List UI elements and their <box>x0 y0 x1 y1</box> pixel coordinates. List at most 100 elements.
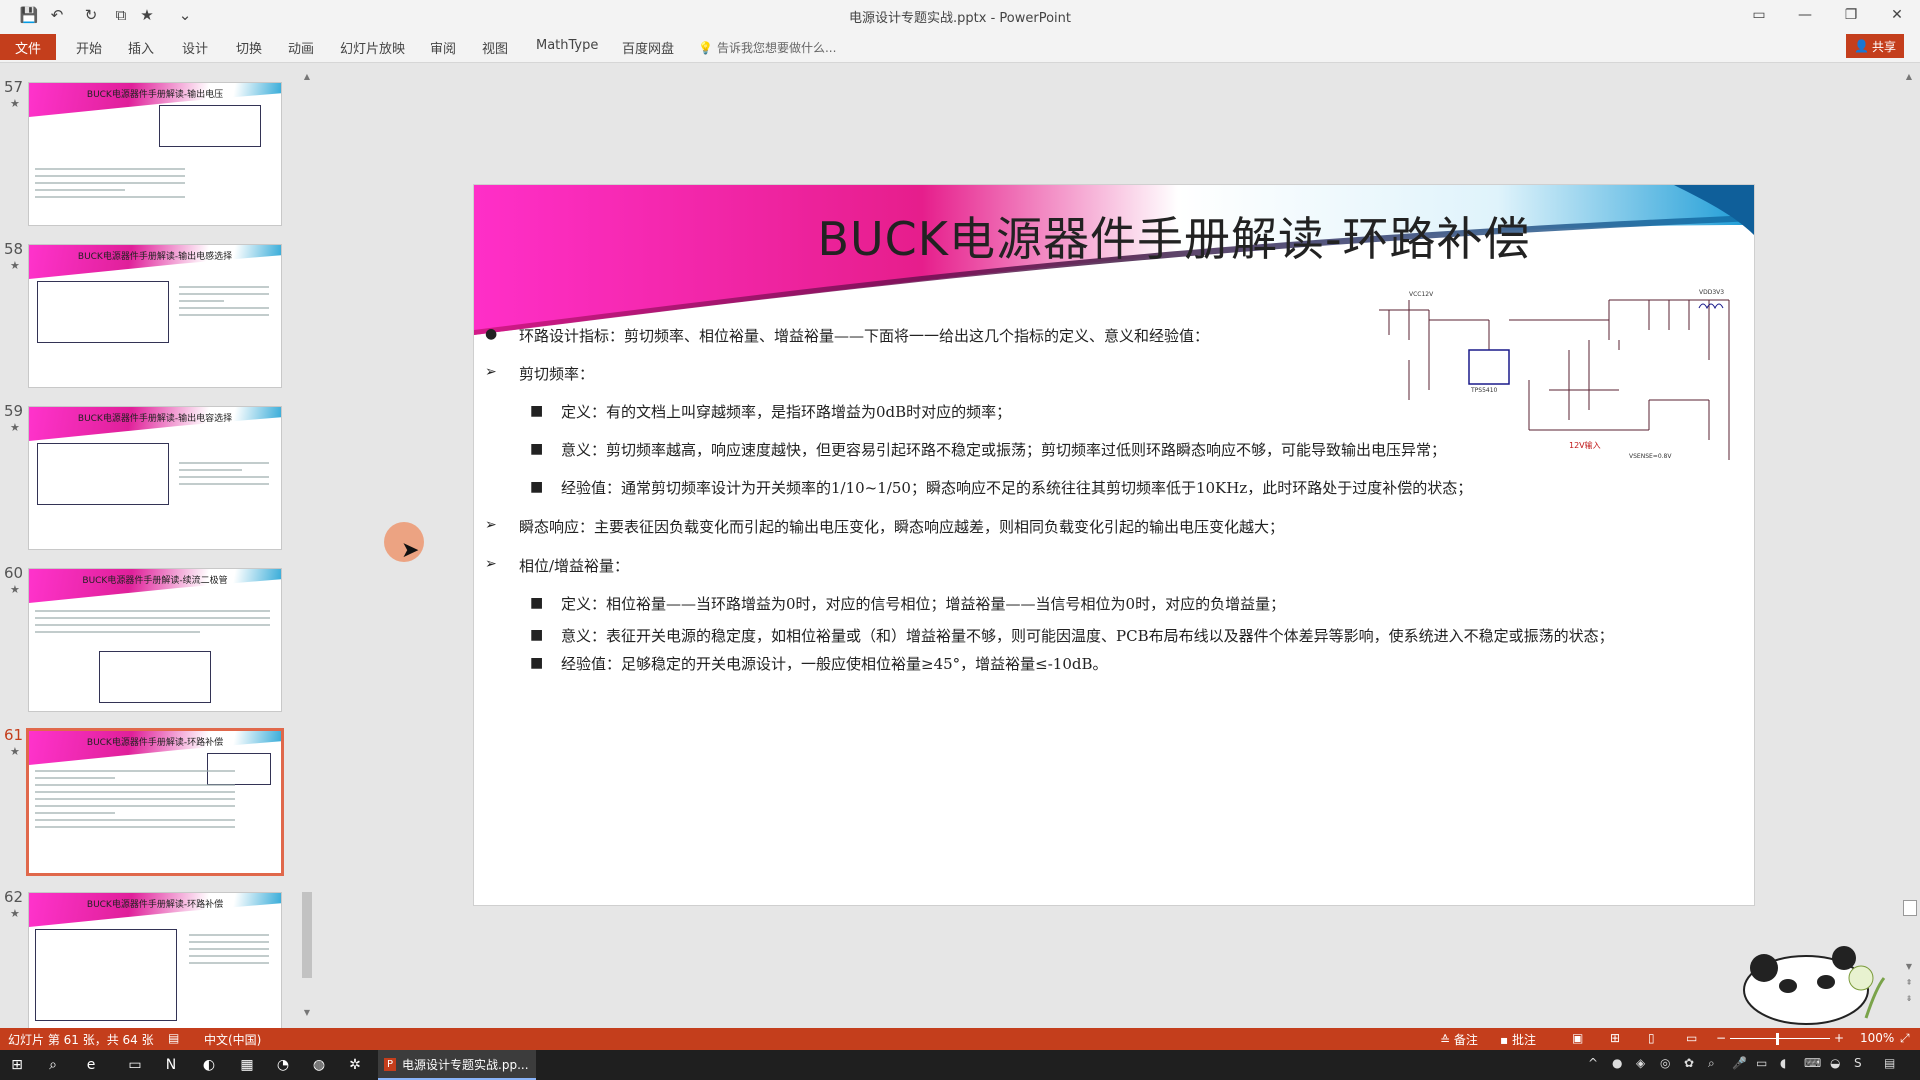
bullet-square-icon: ■ <box>530 595 544 611</box>
notification-icon[interactable]: ▤ <box>1884 1056 1895 1070</box>
scrollbar-thumb[interactable] <box>1903 900 1917 916</box>
bullet-square-icon: ■ <box>530 627 544 643</box>
tray-search-icon[interactable]: ⌕ <box>1708 1056 1715 1071</box>
zoom-slider-thumb[interactable] <box>1776 1033 1779 1045</box>
thumbnail-number: 59 <box>4 402 24 420</box>
scroll-up-icon[interactable]: ▲ <box>1902 70 1916 84</box>
slide-text-line[interactable]: 经验值：通常剪切频率设计为开关频率的1/10~1/50；瞬态响应不足的系统往往其… <box>561 477 1472 498</box>
slide-text-line[interactable]: 经验值：足够稳定的开关电源设计，一般应使相位裕量≥45°，增益裕量≤-10dB。 <box>561 653 1108 674</box>
thumbnail-slide-61[interactable]: BUCK电源器件手册解读-环路补偿 <box>26 728 284 876</box>
slide-text-line[interactable]: 意义：表征开关电源的稳定度，如相位裕量或（和）增益裕量不够，则可能因温度、PCB… <box>561 625 1614 646</box>
bullet-square-icon: ■ <box>530 403 544 419</box>
slide-text-line[interactable]: 相位/增益裕量： <box>519 555 629 576</box>
slide-text-line[interactable]: 定义：有的文档上叫穿越频率，是指环路增益为0dB时对应的频率； <box>561 401 1011 422</box>
tab-baidu-netdisk[interactable]: 百度网盘 <box>622 38 674 57</box>
favorite-icon[interactable]: ★ <box>136 4 158 26</box>
maximize-button[interactable]: ❐ <box>1828 0 1874 30</box>
onenote-icon[interactable]: N <box>160 1054 182 1076</box>
language-indicator[interactable]: 中文(中国) <box>204 1031 261 1048</box>
lightbulb-icon: 💡 <box>698 40 713 55</box>
thumbnail-slide-58[interactable]: BUCK电源器件手册解读-输出电感选择 <box>28 244 282 388</box>
thumbnail-number: 61 <box>4 726 24 744</box>
scroll-up-icon[interactable]: ▲ <box>300 70 314 84</box>
reading-view-icon[interactable]: ▯ <box>1648 1031 1655 1045</box>
search-icon[interactable]: ⌕ <box>42 1054 64 1076</box>
microphone-icon[interactable]: 🎤 <box>1732 1056 1747 1070</box>
share-button[interactable]: 👤 共享 <box>1846 34 1904 58</box>
thumbnail-slide-62[interactable]: BUCK电源器件手册解读-环路补偿 <box>28 892 282 1028</box>
app-icon[interactable]: ◐ <box>198 1054 220 1076</box>
tab-mathtype[interactable]: MathType <box>536 38 598 53</box>
tab-file[interactable]: 文件 <box>0 34 56 60</box>
tab-review[interactable]: 审阅 <box>430 38 456 57</box>
customize-qat-icon[interactable]: ⌄ <box>174 4 196 26</box>
present-from-start-icon[interactable]: ⧉ <box>110 4 132 26</box>
volume-icon[interactable]: ◖ <box>1780 1056 1786 1070</box>
edge-browser-icon[interactable]: e <box>80 1054 102 1076</box>
thumbnail-slide-59[interactable]: BUCK电源器件手册解读-输出电容选择 <box>28 406 282 550</box>
next-slide-icon[interactable]: ⇟ <box>1902 992 1916 1006</box>
thumbnail-slide-60[interactable]: BUCK电源器件手册解读-续流二极管 <box>28 568 282 712</box>
ribbon-display-options-icon[interactable]: ▭ <box>1736 0 1782 30</box>
tab-animations[interactable]: 动画 <box>288 38 314 57</box>
notes-button[interactable]: ≙ 备注 <box>1440 1031 1478 1048</box>
slide-sorter-icon[interactable]: ⊞ <box>1610 1031 1620 1045</box>
normal-view-icon[interactable]: ▣ <box>1572 1031 1583 1045</box>
tab-home[interactable]: 开始 <box>76 38 102 57</box>
slide-counter: 幻灯片 第 61 张，共 64 张 <box>8 1033 154 1047</box>
status-bar: 幻灯片 第 61 张，共 64 张 ▤ 中文(中国) ≙ 备注 ▪ 批注 ▣ ⊞… <box>0 1028 1920 1050</box>
zoom-out-icon[interactable]: − <box>1716 1031 1726 1045</box>
taskbar-powerpoint-button[interactable]: P 电源设计专题实战.pp... <box>378 1050 536 1080</box>
keyboard-icon[interactable]: ⌨ <box>1804 1056 1821 1070</box>
animation-star-icon: ★ <box>10 583 20 596</box>
fit-to-window-icon[interactable]: ⤢ <box>1900 1031 1910 1046</box>
tell-me-box[interactable]: 💡 告诉我您想要做什么... <box>698 39 836 56</box>
thumbnail-slide-57[interactable]: BUCK电源器件手册解读-输出电压 <box>28 82 282 226</box>
wechat-icon[interactable]: ◍ <box>308 1054 330 1076</box>
scrollbar-thumb[interactable] <box>302 892 312 978</box>
slide-text-line[interactable]: 剪切频率： <box>519 363 594 384</box>
file-explorer-icon[interactable]: ▭ <box>124 1054 146 1076</box>
ime-icon[interactable]: S <box>1854 1056 1862 1070</box>
zoom-slider[interactable] <box>1730 1038 1830 1039</box>
search-app-icon[interactable]: ◔ <box>272 1054 294 1076</box>
minimize-button[interactable]: — <box>1782 0 1828 30</box>
calculator-icon[interactable]: ▦ <box>236 1054 258 1076</box>
slide-text-line[interactable]: 意义：剪切频率越高，响应速度越快，但更容易引起环路不稳定或振荡；剪切频率过低则环… <box>561 439 1446 460</box>
settings-icon[interactable]: ✲ <box>344 1054 366 1076</box>
spellcheck-icon[interactable]: ▤ <box>168 1031 179 1045</box>
slide-text-line[interactable]: 瞬态响应：主要表征因负载变化而引起的输出电压变化，瞬态响应越差，则相同负载变化引… <box>519 516 1284 537</box>
slideshow-icon[interactable]: ▭ <box>1686 1031 1697 1045</box>
start-icon[interactable]: ⊞ <box>6 1054 28 1076</box>
tab-slideshow[interactable]: 幻灯片放映 <box>340 38 405 57</box>
thumbnail-scrollbar[interactable]: ▲ ▼ <box>300 70 314 1020</box>
thumbnail-formulas <box>179 281 269 321</box>
tray-shield-icon[interactable]: ◈ <box>1636 1056 1645 1070</box>
network-icon[interactable]: ▭ <box>1756 1056 1767 1070</box>
slide-scrollbar[interactable]: ▲ ▼ ⇞ ⇟ <box>1902 70 1917 1010</box>
tray-app-icon[interactable]: ◎ <box>1660 1056 1670 1070</box>
scroll-down-icon[interactable]: ▼ <box>300 1006 314 1020</box>
undo-icon[interactable]: ↶ <box>46 4 68 26</box>
tab-transitions[interactable]: 切换 <box>236 38 262 57</box>
tray-app-icon[interactable]: ◒ <box>1830 1056 1840 1070</box>
panda-sticker-icon <box>1743 946 1886 1025</box>
slide-text-line[interactable]: 定义：相位裕量——当环路增益为0时，对应的信号相位；增益裕量——当信号相位为0时… <box>561 593 1285 614</box>
tab-view[interactable]: 视图 <box>482 38 508 57</box>
tray-app-icon[interactable]: ✿ <box>1684 1056 1694 1070</box>
close-button[interactable]: ✕ <box>1874 0 1920 30</box>
tray-app-icon[interactable]: ● <box>1612 1056 1622 1070</box>
scroll-down-icon[interactable]: ▼ <box>1902 960 1916 974</box>
tab-design[interactable]: 设计 <box>182 38 208 57</box>
redo-icon[interactable]: ↻ <box>80 4 102 26</box>
slide-text-line[interactable]: 环路设计指标：剪切频率、相位裕量、增益裕量——下面将一一给出这几个指标的定义、意… <box>519 325 1209 346</box>
slide-canvas[interactable]: BUCK电源器件手册解读-环路补偿 TPS5410 VCC12V VDD3V3 … <box>473 184 1755 906</box>
previous-slide-icon[interactable]: ⇞ <box>1902 976 1916 990</box>
zoom-level[interactable]: 100% <box>1860 1031 1894 1045</box>
tray-expand-icon[interactable]: ^ <box>1588 1056 1598 1070</box>
tab-insert[interactable]: 插入 <box>128 38 154 57</box>
slide-title[interactable]: BUCK电源器件手册解读-环路补偿 <box>474 203 1754 269</box>
zoom-in-icon[interactable]: + <box>1834 1031 1844 1045</box>
save-icon[interactable]: 💾 <box>18 4 40 26</box>
comments-button[interactable]: ▪ 批注 <box>1500 1031 1536 1048</box>
